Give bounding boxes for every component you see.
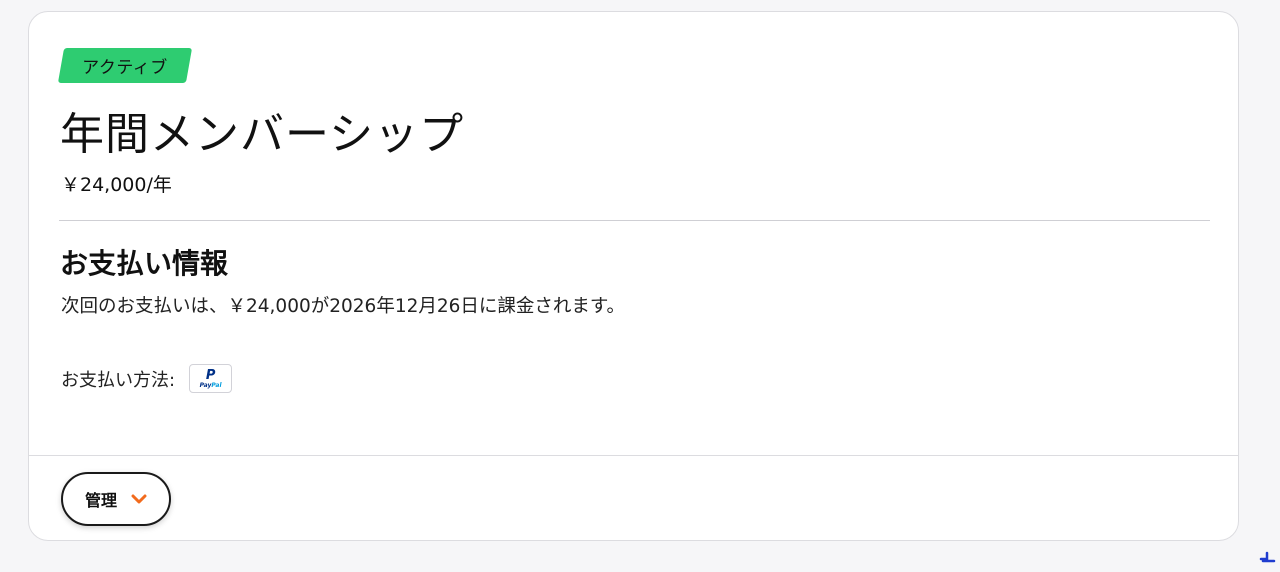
footer-divider	[29, 455, 1238, 456]
payment-info-heading: お支払い情報	[60, 247, 229, 280]
payment-method-label: お支払い方法:	[61, 369, 176, 391]
status-badge: アクティブ	[61, 48, 189, 83]
next-payment-text: 次回のお支払いは、￥24,000が2026年12月26日に課金されます。	[61, 296, 626, 317]
manage-button[interactable]: 管理	[61, 472, 171, 526]
membership-price: ￥24,000/年	[61, 174, 172, 196]
status-badge-label: アクティブ	[82, 58, 168, 78]
payment-method-row: お支払い方法: P PayPal	[61, 364, 233, 393]
paypal-icon: P PayPal	[189, 364, 233, 393]
chevron-down-icon	[131, 494, 147, 504]
paypal-logo-mark: P	[205, 367, 216, 383]
paypal-logo-wordmark: PayPal	[199, 381, 222, 389]
membership-card: アクティブ 年間メンバーシップ ￥24,000/年 お支払い情報 次回のお支払い…	[28, 11, 1239, 541]
section-divider	[59, 220, 1210, 221]
corner-mark-icon	[1259, 551, 1276, 563]
page-title: 年間メンバーシップ	[60, 109, 465, 160]
manage-button-label: 管理	[84, 491, 117, 510]
